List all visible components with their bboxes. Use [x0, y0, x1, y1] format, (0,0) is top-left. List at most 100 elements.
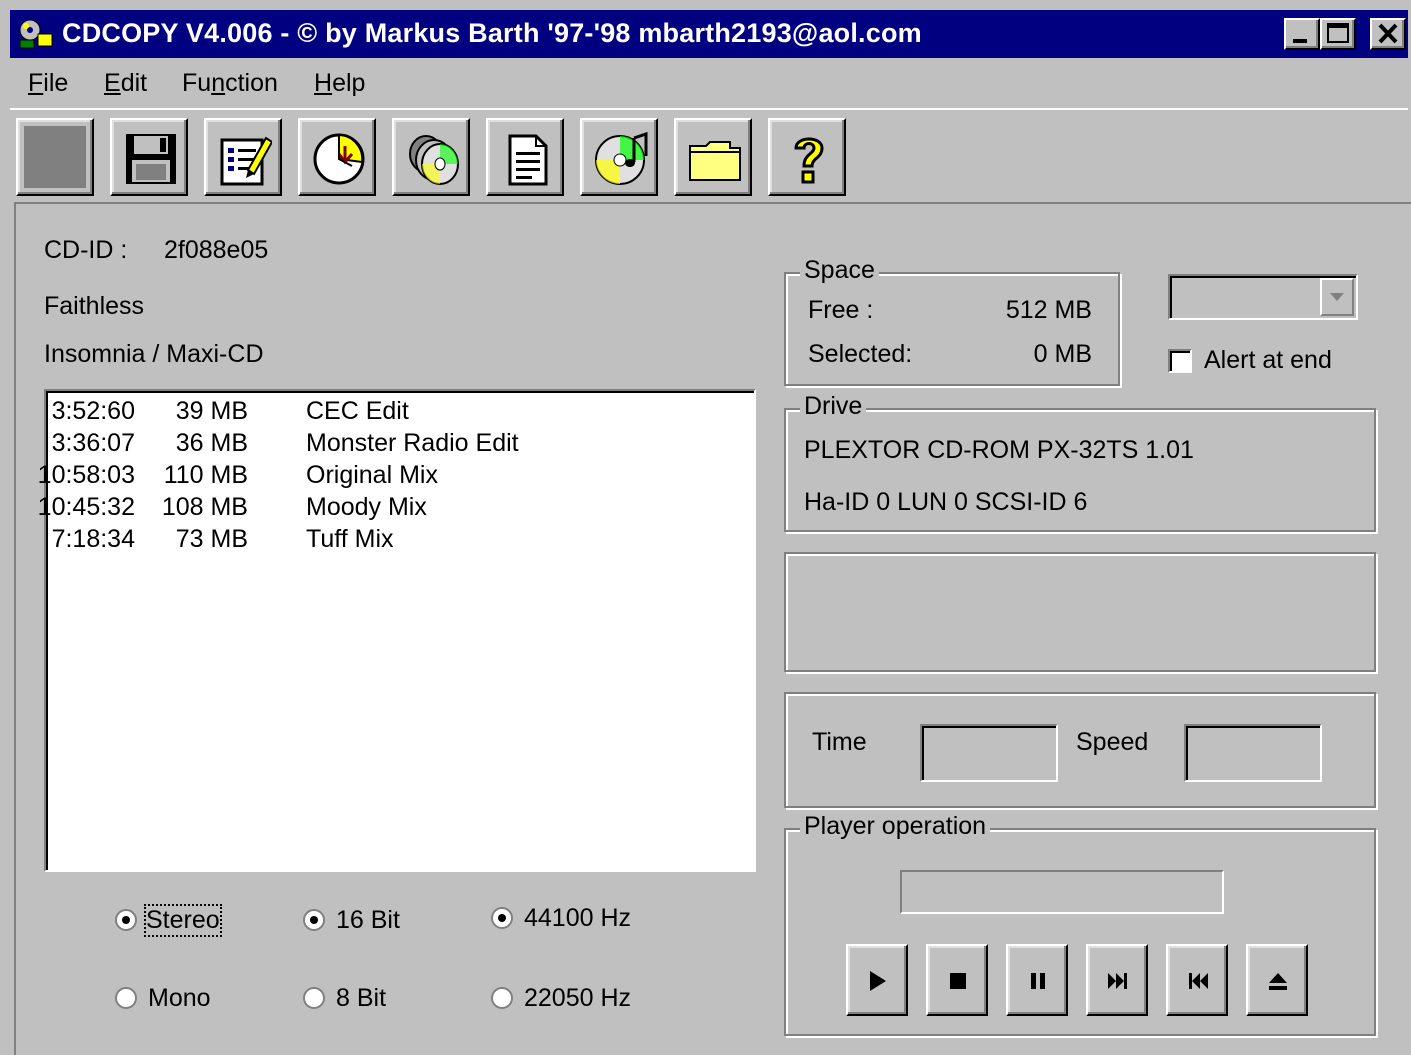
radio-mono-label[interactable]: Mono — [148, 984, 211, 1013]
radio-22050hz-label[interactable]: 22050 Hz — [524, 984, 631, 1013]
track-time: 7:18:34 — [51, 525, 135, 553]
main-window: CDCOPY V4.006 - © by Markus Barth '97-'9… — [0, 0, 1411, 1055]
title-bar[interactable]: CDCOPY V4.006 - © by Markus Barth '97-'9… — [10, 10, 1408, 58]
track-list[interactable]: 3:52:60 39 MB CEC Edit 3:36:07 36 MB Mon… — [38, 389, 756, 872]
menu-edit-rest: dit — [120, 69, 148, 97]
document-button[interactable] — [486, 118, 564, 196]
track-row[interactable]: 7:18:34 73 MB Tuff Mix — [46, 525, 746, 557]
radio-8bit-label[interactable]: 8 Bit — [336, 984, 386, 1013]
cd-id-label: CD-ID : — [44, 236, 128, 264]
menu-function[interactable]: Function — [182, 69, 278, 98]
window-title: CDCOPY V4.006 - © by Markus Barth '97-'9… — [62, 18, 922, 48]
alert-at-end-label[interactable]: Alert at end — [1204, 346, 1332, 375]
folder-button[interactable] — [674, 118, 752, 196]
menu-separator — [10, 108, 1408, 110]
cd-artist: Faithless — [44, 292, 145, 320]
cd-album: Insomnia / Maxi-CD — [44, 340, 264, 368]
pause-button[interactable] — [1006, 944, 1068, 1016]
stop-icon — [950, 973, 966, 989]
drive-select-combo[interactable] — [1168, 274, 1358, 320]
floppy-save-icon — [126, 134, 176, 184]
edit-button[interactable] — [204, 118, 282, 196]
cd-id-value: 2f088e05 — [164, 236, 269, 264]
alert-at-end-checkbox[interactable] — [1168, 349, 1192, 373]
menu-file-accel: F — [28, 69, 44, 97]
next-track-icon — [1108, 973, 1127, 989]
cd-stack-icon — [409, 135, 459, 185]
close-button[interactable] — [1370, 18, 1406, 50]
previous-track-icon — [1189, 973, 1208, 989]
help-button[interactable] — [768, 118, 846, 196]
play-icon — [870, 971, 886, 991]
radio-8bit[interactable] — [302, 986, 326, 1010]
speed-display — [1184, 724, 1322, 782]
time-label: Time — [812, 728, 867, 756]
toolbar — [10, 114, 1408, 202]
stop-button[interactable] — [926, 944, 988, 1016]
app-icon[interactable] — [16, 18, 56, 50]
menu-file[interactable]: File — [28, 69, 68, 98]
radio-stereo-label[interactable]: Stereo — [144, 904, 222, 937]
play-button[interactable] — [846, 944, 908, 1016]
track-row[interactable]: 3:36:07 36 MB Monster Radio Edit — [46, 429, 746, 461]
menu-edit-accel: E — [104, 69, 121, 97]
radio-22050hz[interactable] — [490, 986, 514, 1010]
track-time: 10:58:03 — [37, 461, 135, 489]
track-size: 36 MB — [175, 429, 248, 457]
eject-icon — [1269, 973, 1287, 990]
time-display — [920, 724, 1058, 782]
track-name: Moody Mix — [306, 493, 427, 521]
drive-address: Ha-ID 0 LUN 0 SCSI-ID 6 — [804, 488, 1088, 516]
eject-button[interactable] — [1246, 944, 1308, 1016]
track-time: 10:45:32 — [37, 493, 135, 521]
help-question-icon — [794, 137, 824, 184]
menu-help-accel: H — [314, 69, 333, 97]
save-button[interactable] — [110, 118, 188, 196]
menu-function-prefix: Fu — [182, 69, 212, 97]
minimize-button[interactable] — [1284, 18, 1320, 50]
previous-track-button[interactable] — [1166, 944, 1228, 1016]
timer-button[interactable] — [298, 118, 376, 196]
menu-edit[interactable]: Edit — [104, 69, 147, 98]
tool-button-blank[interactable] — [16, 118, 94, 196]
track-row[interactable]: 10:45:32 108 MB Moody Mix — [38, 493, 746, 525]
drive-group: Drive PLEXTOR CD-ROM PX-32TS 1.01 Ha-ID … — [784, 392, 1376, 532]
menu-function-accel: n — [211, 69, 226, 97]
radio-stereo[interactable] — [114, 908, 138, 932]
progress-panel — [784, 552, 1376, 672]
clock-icon — [313, 133, 365, 185]
radio-16bit-label[interactable]: 16 Bit — [336, 906, 400, 935]
space-selected-value: 0 MB — [1033, 340, 1092, 368]
menu-file-rest: ile — [43, 69, 69, 97]
track-row[interactable]: 3:52:60 39 MB CEC Edit — [46, 397, 746, 429]
track-size: 110 MB — [163, 461, 248, 489]
radio-16bit[interactable] — [302, 908, 326, 932]
radio-44100hz[interactable] — [490, 906, 514, 930]
track-row[interactable]: 10:58:03 110 MB Original Mix — [38, 461, 746, 493]
track-size: 73 MB — [175, 525, 248, 553]
folder-icon — [689, 141, 741, 181]
speed-label: Speed — [1076, 728, 1149, 756]
cd-copy-button[interactable] — [392, 118, 470, 196]
drive-group-title: Drive — [800, 392, 867, 421]
menu-help[interactable]: Help — [314, 69, 365, 98]
player-group-title: Player operation — [800, 812, 991, 841]
maximize-button[interactable] — [1320, 18, 1356, 50]
next-track-button[interactable] — [1086, 944, 1148, 1016]
radio-mono[interactable] — [114, 986, 138, 1010]
track-name: Monster Radio Edit — [306, 429, 519, 457]
track-name: Tuff Mix — [306, 525, 394, 553]
player-display — [900, 870, 1224, 914]
space-group: Space Free : 512 MB Selected: 0 MB — [784, 256, 1120, 386]
audio-cd-button[interactable] — [580, 118, 658, 196]
radio-44100hz-label[interactable]: 44100 Hz — [524, 904, 631, 933]
menu-function-rest: ction — [225, 69, 278, 97]
menu-help-rest: elp — [332, 69, 366, 97]
space-group-title: Space — [800, 256, 879, 285]
space-selected-label: Selected: — [808, 340, 913, 368]
drive-name: PLEXTOR CD-ROM PX-32TS 1.01 — [804, 436, 1194, 464]
space-free-label: Free : — [808, 296, 874, 324]
combo-dropdown-button[interactable] — [1320, 278, 1354, 316]
time-speed-panel: Time Speed — [784, 692, 1376, 808]
track-size: 108 MB — [161, 493, 248, 521]
